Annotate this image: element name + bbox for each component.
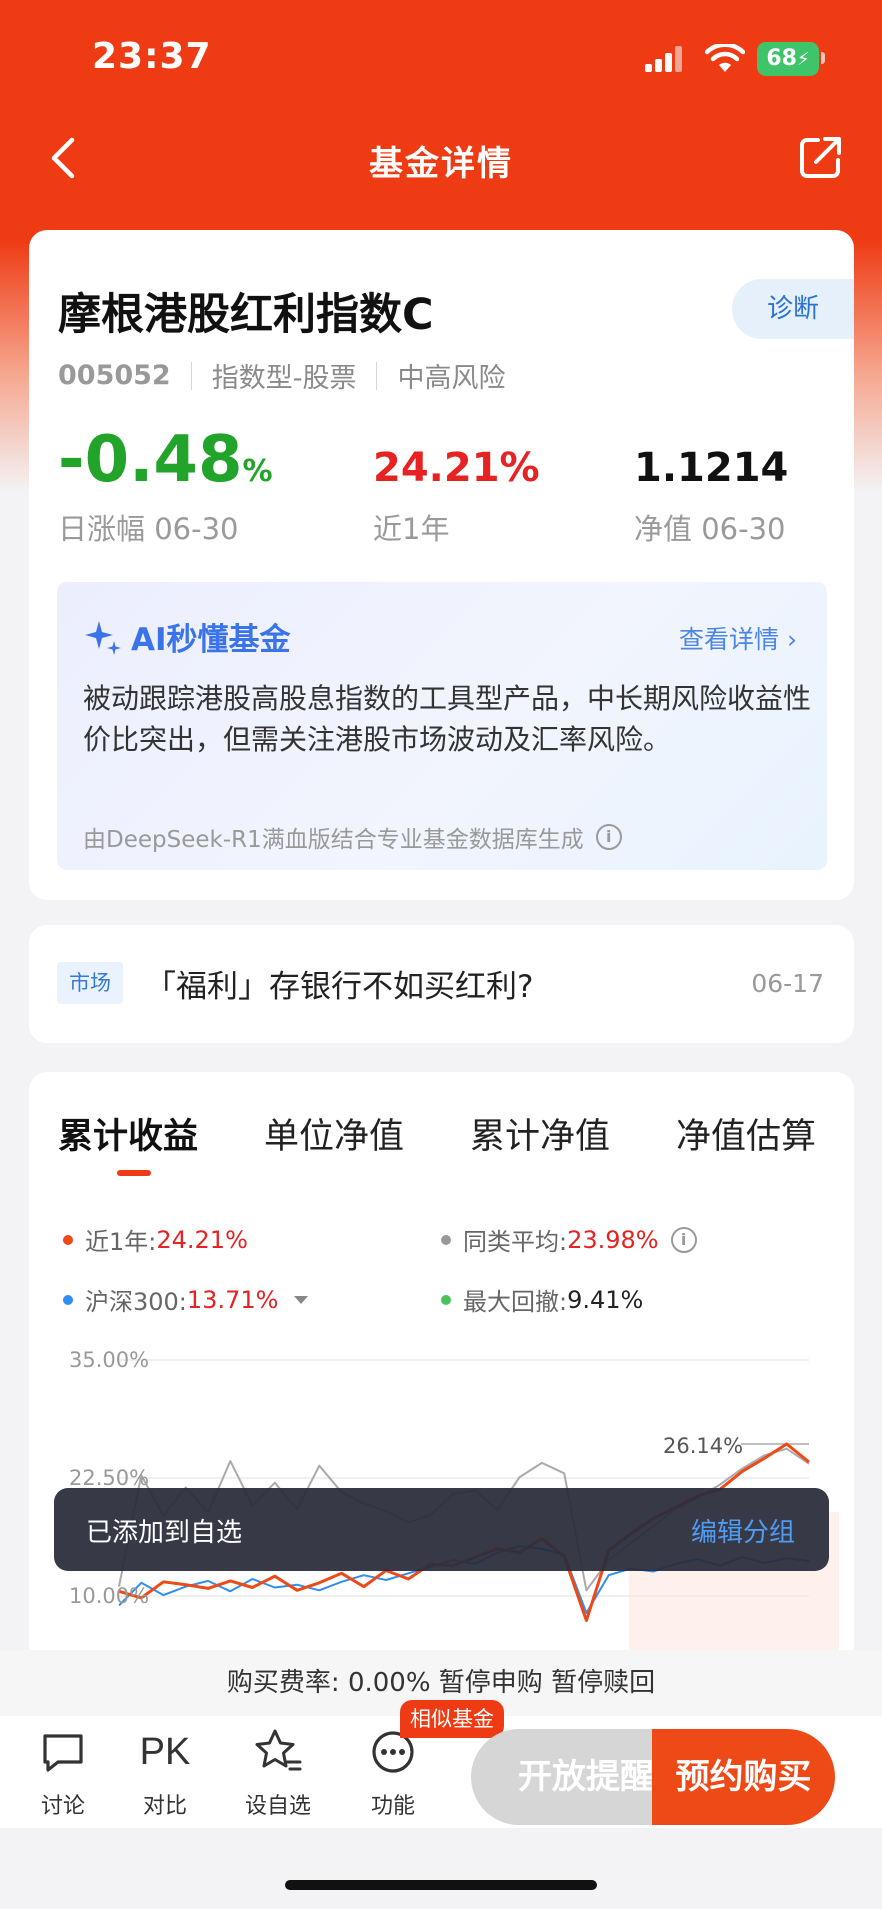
ai-view-details-text: 查看详情 — [679, 625, 780, 654]
home-indicator — [285, 1880, 597, 1890]
news-card[interactable]: 市场 「福利」存银行不如买红利? 06-17 — [29, 925, 854, 1043]
ai-summary-text: 被动跟踪港股高股息指数的工具型产品，中长期风险收益性价比突出，但需关注港股市场波… — [83, 682, 812, 756]
news-date: 06-17 — [751, 969, 824, 998]
battery-tip — [821, 52, 825, 64]
add-watchlist-label: 设自选 — [244, 1794, 311, 1819]
ai-view-details-link[interactable]: 查看详情 › — [679, 620, 797, 656]
toast-message: 已添加到自选 — [86, 1518, 243, 1548]
divider — [376, 361, 378, 390]
battery-level: 68 — [766, 46, 797, 71]
compare-label: 对比 — [142, 1794, 187, 1819]
daily-change-unit: % — [242, 454, 273, 489]
nav-bar: 基金详情 — [0, 118, 882, 198]
reserve-purchase-button[interactable]: 预约购买 — [652, 1729, 835, 1825]
fund-name: 摩根港股红利指数C — [58, 290, 434, 340]
fund-meta: 005052 指数型-股票 中高风险 — [58, 356, 505, 395]
performance-chart-card: 累计收益 单位净值 累计净值 净值估算 近1年: 24.21% 同类平均: 23… — [29, 1072, 854, 1672]
chevron-right-icon: › — [787, 625, 797, 654]
performance-chart[interactable]: 26.14% — [29, 1072, 854, 1672]
divider — [190, 361, 192, 390]
nav-value: 1.1214 — [634, 445, 789, 491]
add-watchlist-button[interactable]: 设自选 — [233, 1716, 323, 1820]
news-tag: 市场 — [57, 962, 123, 1004]
ai-title: AI秒懂基金 — [83, 614, 291, 659]
daily-change-value: -0.48% — [58, 428, 273, 492]
bottom-action-bar: 讨论 PK 对比 设自选 功能 相似基金 开放提醒 预约购买 — [0, 1700, 882, 1828]
nav-label: 净值 06-30 — [634, 512, 786, 546]
ai-source: 由DeepSeek-R1满血版结合专业基金数据库生成 i — [83, 820, 622, 854]
status-bar: 23:37 68⚡ — [0, 0, 882, 110]
share-icon[interactable] — [798, 134, 844, 180]
one-year-stat: 24.21% 近1年 — [373, 448, 540, 548]
ai-source-text: 由DeepSeek-R1满血版结合专业基金数据库生成 — [83, 827, 584, 853]
nav-stat: 1.1214 净值 06-30 — [634, 448, 788, 548]
similar-funds-badge[interactable]: 相似基金 — [400, 1700, 504, 1738]
star-list-icon — [233, 1716, 323, 1776]
discuss-label: 讨论 — [40, 1794, 85, 1819]
fund-code: 005052 — [58, 360, 171, 391]
news-title: 「福利」存银行不如买红利? — [145, 969, 534, 1005]
added-to-watchlist-toast: 已添加到自选 编辑分组 — [54, 1488, 829, 1571]
y-axis-tick: 35.00% — [69, 1348, 150, 1372]
page-title: 基金详情 — [369, 144, 513, 184]
edit-group-link[interactable]: 编辑分组 — [691, 1512, 795, 1549]
discuss-button[interactable]: 讨论 — [18, 1716, 108, 1820]
info-icon[interactable]: i — [595, 824, 622, 850]
status-time: 23:37 — [92, 36, 212, 77]
daily-change-number: -0.48 — [58, 423, 243, 497]
y-axis-tick: 22.50% — [69, 1466, 150, 1490]
one-year-value: 24.21% — [373, 445, 540, 491]
wifi-icon — [705, 44, 745, 72]
pk-icon-text: PK — [139, 1731, 191, 1773]
daily-change-stat: -0.48% 日涨幅 06-30 — [58, 428, 273, 548]
diagnose-button[interactable]: 诊断 — [732, 279, 854, 339]
battery-indicator: 68⚡ — [757, 42, 819, 76]
functions-label: 功能 — [370, 1794, 415, 1819]
fund-risk: 中高风险 — [397, 363, 506, 394]
sparkle-icon — [85, 620, 121, 655]
ai-title-text: AI秒懂基金 — [131, 622, 291, 658]
compare-button[interactable]: PK 对比 — [120, 1716, 210, 1820]
daily-change-label: 日涨幅 06-30 — [58, 512, 239, 546]
fund-summary-card: 摩根港股红利指数C 诊断 005052 指数型-股票 中高风险 -0.48% 日… — [29, 230, 854, 900]
fund-type: 指数型-股票 — [211, 363, 357, 394]
pk-icon: PK — [120, 1716, 210, 1776]
chat-bubble-icon — [18, 1716, 108, 1776]
cellular-signal-icon — [645, 46, 687, 72]
y-axis-tick: 10.00% — [69, 1584, 150, 1608]
one-year-label: 近1年 — [373, 512, 450, 546]
ai-summary-box[interactable]: AI秒懂基金 查看详情 › 被动跟踪港股高股息指数的工具型产品，中长期风险收益性… — [57, 582, 827, 870]
peak-label: 26.14% — [663, 1434, 743, 1458]
